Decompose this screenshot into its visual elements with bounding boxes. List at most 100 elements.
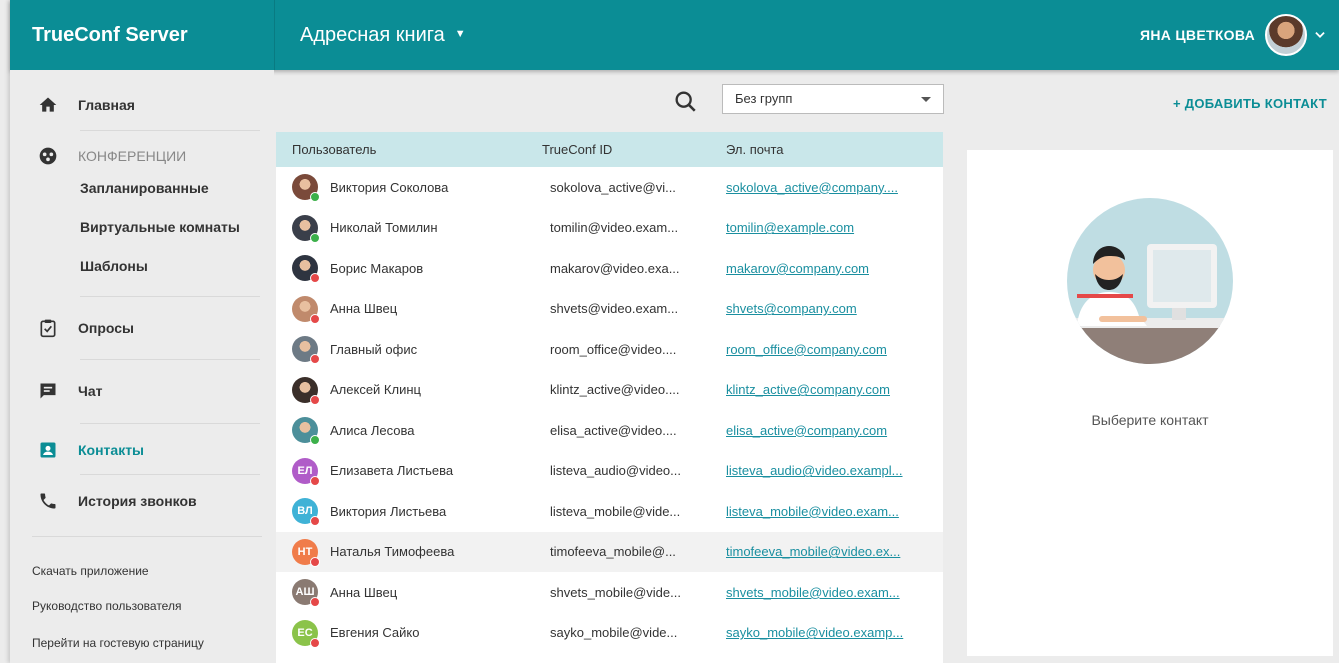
sidebar-item-label: История звонков [78,493,197,509]
cell-user: Алиса Лесова [276,417,542,446]
add-contact-button[interactable]: + ДОБАВИТЬ КОНТАКТ [1173,96,1327,111]
contact-name: Борис Макаров [330,260,424,276]
table-row[interactable]: Алиса Лесова elisa_active@video.... elisa_… [276,410,943,451]
table-row[interactable]: Борис Макаров makarov@video.exa... makarov… [276,248,943,289]
sidebar-item-templates[interactable]: Шаблоны [80,248,148,284]
group-filter-select[interactable]: Без групп [722,84,944,114]
dropdown-arrow-icon [921,97,931,102]
table-row[interactable]: Анна Швец shvets@video.exam... shvets@comp… [276,289,943,330]
contact-avatar: ВЛ [292,498,320,527]
sidebar-item-contacts[interactable]: Контакты [10,425,274,475]
table-body: Виктория Соколова sokolova_active@vi... so… [276,167,943,653]
divider [80,130,260,131]
contact-avatar: ЕС [292,619,320,648]
page-title-dropdown[interactable]: Адресная книга ▼ [300,0,466,70]
contact-avatar: ЕЛ [292,457,320,486]
status-indicator [310,516,320,527]
cell-user: ЕЛ Елизавета Листьева [276,457,542,486]
user-name: ЯНА ЦВЕТКОВА [1140,27,1255,43]
cell-user: НТ Наталья Тимофеева [276,538,542,567]
table-row[interactable]: Главный офис room_office@video.... room_of… [276,329,943,370]
status-indicator [310,354,320,365]
sidebar-item-chat[interactable]: Чат [10,361,274,421]
sidebar-item-scheduled[interactable]: Запланированные [80,170,209,206]
contact-avatar [292,255,320,284]
cell-email: listeva_audio@video.exampl... [712,463,943,478]
cell-email: timofeeva_mobile@video.ex... [712,544,943,559]
contact-email-link[interactable]: sokolova_active@company.... [726,180,898,195]
guest-page-link[interactable]: Перейти на гостевую страницу [32,636,204,650]
sidebar-item-call-history[interactable]: История звонков [10,476,274,526]
top-bar: TrueConf Server Адресная книга ▼ ЯНА ЦВЕТ… [10,0,1339,70]
sidebar-item-virtual-rooms[interactable]: Виртуальные комнаты [80,209,240,245]
home-icon [32,93,64,117]
contact-trueconf-id: sayko_mobile@vide... [550,625,678,641]
contact-email-link[interactable]: sayko_mobile@video.examp... [726,625,903,640]
status-indicator [310,313,320,324]
contact-email-link[interactable]: shvets_mobile@video.exam... [726,585,900,600]
table-header: Пользователь TrueConf ID Эл. почта [276,132,943,167]
status-indicator [310,435,320,446]
contact-name: Алиса Лесова [330,422,415,438]
contact-avatar [292,295,320,324]
contact-email-link[interactable]: timofeeva_mobile@video.ex... [726,544,900,559]
contact-email-link[interactable]: tomilin@example.com [726,220,854,235]
contact-email-link[interactable]: room_office@company.com [726,342,887,357]
cell-email: elisa_active@company.com [712,423,943,438]
column-header-email[interactable]: Эл. почта [712,142,943,157]
contact-name: Алексей Клинц [330,382,421,398]
status-indicator [310,597,320,608]
table-row[interactable]: ЕЛ Елизавета Листьева listeva_audio@video.… [276,451,943,492]
cell-email: shvets@company.com [712,301,943,316]
column-header-trueconf-id[interactable]: TrueConf ID [542,142,712,157]
contact-avatar [292,336,320,365]
table-row[interactable]: НТ Наталья Тимофеева timofeeva_mobile@... t… [276,531,943,572]
contact-email-link[interactable]: elisa_active@company.com [726,423,887,438]
sidebar-item-polls[interactable]: Опросы [10,298,274,358]
contact-trueconf-id: room_office@video.... [550,341,677,357]
contacts-table: Пользователь TrueConf ID Эл. почта Викто… [276,132,943,663]
brand-title[interactable]: TrueConf Server [10,0,274,70]
cell-email: klintz_active@company.com [712,382,943,397]
avatar-initials: ВЛ [297,505,313,518]
contact-name: Евгения Сайко [330,625,420,641]
divider [80,423,260,424]
table-row[interactable]: АШ Анна Швец shvets_mobile@vide... shvets_m… [276,572,943,613]
contact-trueconf-id: timofeeva_mobile@... [550,544,676,560]
contact-email-link[interactable]: listeva_mobile@video.exam... [726,504,899,519]
download-app-link[interactable]: Скачать приложение [32,564,149,578]
contact-email-link[interactable]: listeva_audio@video.exampl... [726,463,903,478]
cell-user: Алексей Клинц [276,376,542,405]
contact-email-link[interactable]: makarov@company.com [726,261,869,276]
table-row[interactable]: ВЛ Виктория Листьева listeva_mobile@vide..… [276,491,943,532]
column-header-user[interactable]: Пользователь [276,142,542,157]
contact-trueconf-id: shvets@video.exam... [550,301,679,317]
table-row[interactable]: Алексей Клинц klintz_active@video.... klin… [276,370,943,411]
search-icon[interactable] [672,88,700,116]
header-divider [274,0,275,70]
contact-name: Главный офис [330,341,418,357]
contact-email-link[interactable]: klintz_active@company.com [726,382,890,397]
contact-name: Анна Швец [330,301,398,317]
status-indicator [310,637,320,648]
table-row[interactable]: ЕС Евгения Сайко sayko_mobile@vide... sayko… [276,613,943,654]
contact-trueconf-id: listeva_mobile@vide... [550,503,681,519]
table-row[interactable]: Виктория Соколова sokolova_active@vi... so… [276,167,943,208]
table-row[interactable]: Николай Томилин tomilin@video.exam... tomi… [276,208,943,249]
contact-trueconf-id: sokolova_active@vi... [550,179,676,195]
contact-trueconf-id: makarov@video.exa... [550,260,680,276]
cell-user: Николай Томилин [276,214,542,243]
user-avatar [1265,14,1307,56]
contact-email-link[interactable]: shvets@company.com [726,301,857,316]
cell-email: listeva_mobile@video.exam... [712,504,943,519]
group-filter-value: Без групп [735,91,793,106]
user-guide-link[interactable]: Руководство пользователя [32,599,181,613]
cell-email: tomilin@example.com [712,220,943,235]
sidebar-item-home[interactable]: Главная [10,80,274,130]
sidebar-group-label: КОНФЕРЕНЦИИ [78,148,187,164]
cell-email: sayko_mobile@video.examp... [712,625,943,640]
cell-user: Анна Швец [276,295,542,324]
empty-contact-illustration [1067,198,1233,364]
sidebar-item-label: Главная [78,97,135,113]
user-menu[interactable]: ЯНА ЦВЕТКОВА [1140,12,1327,58]
